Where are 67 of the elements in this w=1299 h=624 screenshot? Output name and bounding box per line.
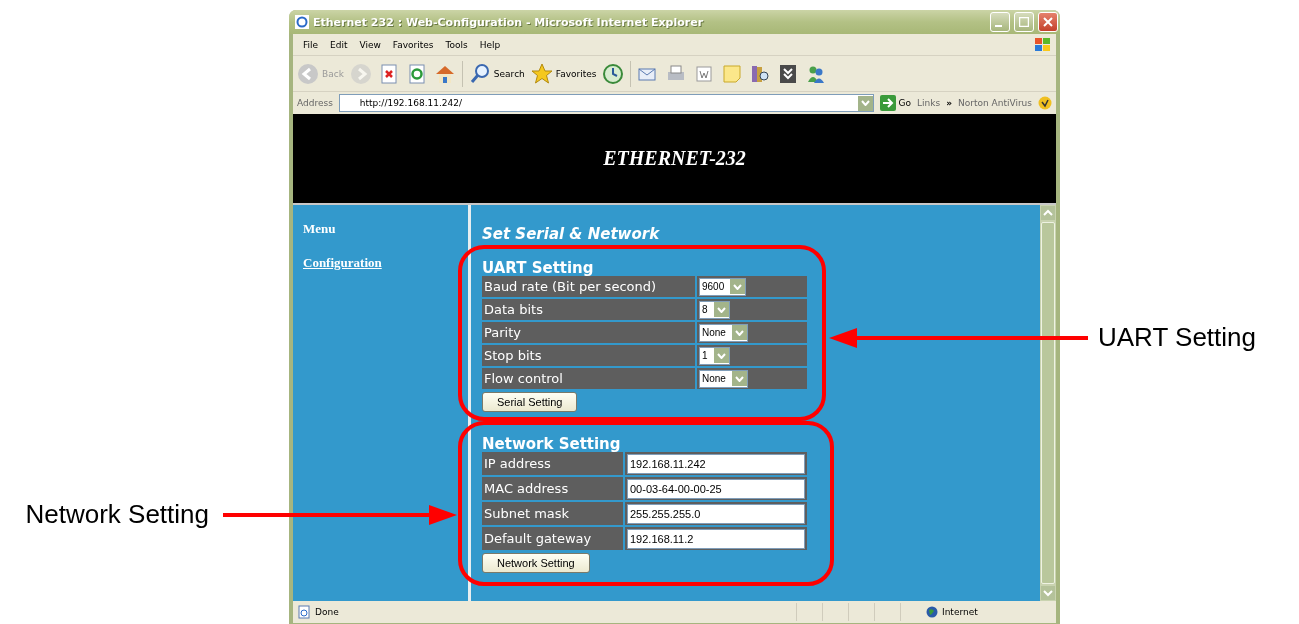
menu-item[interactable]: Favorites — [386, 39, 440, 50]
page-icon — [297, 605, 311, 619]
minimize-icon — [995, 25, 1002, 27]
submit-button[interactable]: Network Setting — [482, 553, 590, 573]
scroll-down-icon[interactable] — [1041, 586, 1055, 600]
window-title: Ethernet 232 : Web-Configuration - Microsoft Internet Explorer — [313, 15, 705, 29]
page-heading: Set Serial & Network — [482, 225, 661, 243]
annotation-label: UART Setting — [1098, 322, 1256, 353]
field-label: Default gateway — [482, 527, 623, 550]
status-text: Done — [315, 607, 340, 617]
menu-item[interactable]: View — [353, 39, 387, 50]
globe-icon — [926, 606, 938, 618]
field-label: Subnet mask — [482, 502, 623, 525]
dropdown[interactable]: 1 — [699, 346, 730, 365]
chevron-icon[interactable] — [730, 279, 746, 294]
dropdown[interactable]: None — [699, 369, 748, 388]
scroll-up-icon[interactable] — [1041, 206, 1055, 220]
menu-item[interactable]: Edit — [324, 39, 354, 50]
dropdown[interactable]: 9600 — [699, 277, 747, 296]
dropdown[interactable]: None — [699, 323, 748, 342]
input-field[interactable]: 00-03-64-00-00-25 — [627, 478, 805, 499]
input-field[interactable]: 255.255.255.0 — [627, 503, 805, 524]
minimize-button[interactable] — [990, 12, 1010, 32]
address-field[interactable]: http://192.168.11.242/ — [338, 94, 874, 112]
scrollbar[interactable] — [1040, 205, 1056, 601]
maximize-icon — [1019, 17, 1029, 27]
section-title: UART Setting — [482, 261, 595, 276]
favorites-icon[interactable] — [530, 62, 553, 85]
addon-label[interactable]: Norton AntiVirus — [958, 98, 1032, 108]
dropdown-icon[interactable] — [857, 95, 873, 111]
browser-icon — [295, 15, 309, 29]
zone-label: Internet — [942, 607, 979, 617]
favorites-button[interactable]: Favorites — [530, 62, 597, 85]
field-label: Stop bits — [482, 345, 695, 366]
more-links[interactable]: » — [946, 98, 952, 108]
banner-title: ETHERNET-232 — [603, 147, 746, 170]
chevron-icon[interactable] — [713, 302, 729, 317]
address-label: Address — [297, 98, 333, 108]
menu-item[interactable]: File — [297, 39, 325, 50]
annotation-label: Network Setting — [25, 499, 209, 530]
search-button[interactable]: Search — [468, 62, 525, 85]
field-label: IP address — [482, 452, 623, 475]
chevron-icon[interactable] — [713, 348, 729, 363]
submit-button[interactable]: Serial Setting — [482, 392, 578, 412]
dropdown[interactable]: 8 — [699, 300, 730, 319]
menu-item[interactable]: Tools — [439, 39, 474, 50]
scroll-thumb[interactable] — [1041, 222, 1055, 584]
section-title: Network Setting — [482, 437, 622, 452]
close-button[interactable] — [1038, 12, 1058, 32]
menu-item[interactable]: Help — [473, 39, 507, 50]
sidebar-heading: Menu — [303, 221, 337, 237]
close-icon — [1043, 17, 1053, 27]
flag-icon — [1034, 36, 1052, 53]
links-label[interactable]: Links — [917, 98, 941, 108]
maximize-button[interactable] — [1014, 12, 1034, 32]
field-label: Baud rate (Bit per second) — [482, 276, 695, 297]
field-label: Parity — [482, 322, 695, 343]
field-label: Flow control — [482, 368, 695, 389]
field-label: Data bits — [482, 299, 695, 320]
input-field[interactable]: 192.168.11.242 — [627, 453, 805, 474]
notes-icon[interactable] — [721, 62, 744, 85]
chevron-icon[interactable] — [731, 371, 747, 386]
chevron-icon[interactable] — [731, 325, 747, 340]
search-icon[interactable] — [468, 62, 491, 85]
input-field[interactable]: 192.168.11.2 — [627, 528, 805, 549]
field-label: MAC address — [482, 477, 623, 500]
shield-icon[interactable] — [1038, 96, 1052, 110]
